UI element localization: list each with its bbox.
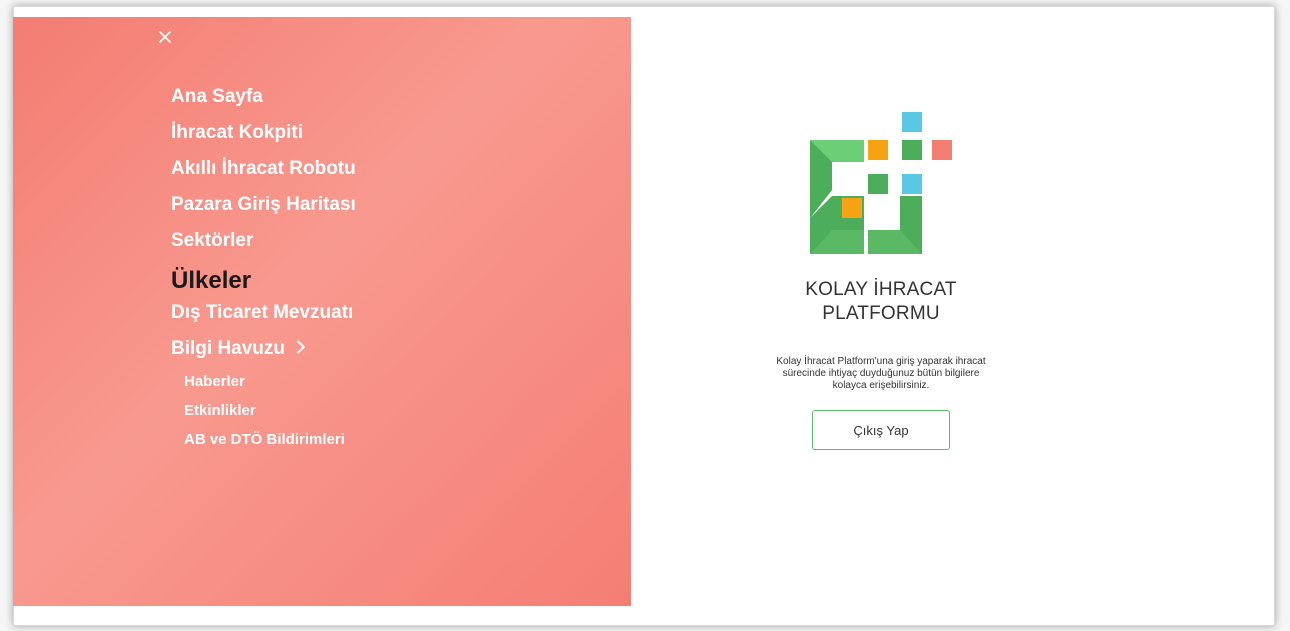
- nav-item-ulkeler[interactable]: Ülkeler: [171, 259, 356, 295]
- navigation-menu-panel: Ana Sayfa İhracat Kokpiti Akıllı İhracat…: [13, 17, 631, 606]
- bilgi-havuzu-submenu: Haberler Etkinlikler AB ve DTÖ Bildiriml…: [171, 367, 356, 454]
- nav-item-akilli-ihracat-robotu[interactable]: Akıllı İhracat Robotu: [171, 151, 356, 187]
- brand-description: Kolay İhracat Platform'una giriş yaparak…: [776, 356, 986, 391]
- sub-item-haberler[interactable]: Haberler: [184, 367, 356, 396]
- nav-item-bilgi-havuzu[interactable]: Bilgi Havuzu Haberler Etkinlikler AB ve …: [171, 331, 356, 448]
- sub-item-label: Haberler: [184, 373, 245, 390]
- nav-item-dis-ticaret-mevzuati[interactable]: Dış Ticaret Mevzuatı: [171, 295, 356, 331]
- nav-item-label: Sektörler: [171, 230, 254, 251]
- nav-item-label: Pazara Giriş Haritası: [171, 194, 356, 215]
- nav-item-sektorler[interactable]: Sektörler: [171, 223, 356, 259]
- brand-title-line2: PLATFORMU: [822, 303, 940, 324]
- nav-item-label: İhracat Kokpiti: [171, 122, 303, 143]
- brand-title: KOLAY İHRACAT PLATFORMU: [731, 278, 1031, 326]
- nav-item-pazara-giris-haritasi[interactable]: Pazara Giriş Haritası: [171, 187, 356, 223]
- close-icon: [159, 31, 171, 43]
- sub-item-ab-dto-bildirimleri[interactable]: AB ve DTÖ Bildirimleri: [184, 425, 356, 454]
- sub-item-etkinlikler[interactable]: Etkinlikler: [184, 396, 356, 425]
- brand-panel: KOLAY İHRACAT PLATFORMU Kolay İhracat Pl…: [731, 110, 1031, 450]
- main-nav: Ana Sayfa İhracat Kokpiti Akıllı İhracat…: [171, 79, 356, 448]
- nav-item-label: Ana Sayfa: [171, 86, 263, 107]
- nav-item-label: Ülkeler: [171, 267, 252, 294]
- nav-item-label: Akıllı İhracat Robotu: [171, 158, 356, 179]
- sub-item-label: Etkinlikler: [184, 402, 256, 419]
- platform-logo: [810, 112, 952, 254]
- sub-item-label: AB ve DTÖ Bildirimleri: [184, 431, 345, 448]
- chevron-right-icon: [297, 340, 306, 354]
- brand-title-line1: KOLAY İHRACAT: [805, 279, 957, 300]
- nav-item-label: Dış Ticaret Mevzuatı: [171, 302, 354, 323]
- nav-item-ihracat-kokpiti[interactable]: İhracat Kokpiti: [171, 115, 356, 151]
- nav-item-label: Bilgi Havuzu: [171, 338, 286, 359]
- logout-button[interactable]: Çıkış Yap: [812, 410, 950, 450]
- nav-item-ana-sayfa[interactable]: Ana Sayfa: [171, 79, 356, 115]
- close-menu-button[interactable]: [153, 25, 177, 49]
